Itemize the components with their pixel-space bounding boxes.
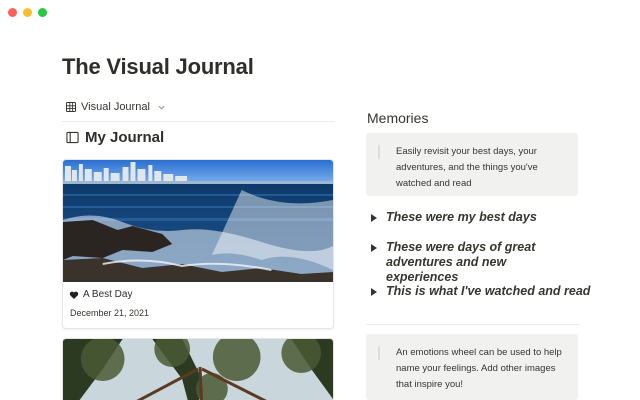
window-controls xyxy=(8,8,47,17)
toggle-label: This is what I've watched and read xyxy=(386,284,591,298)
divider xyxy=(366,324,580,325)
view-divider xyxy=(62,121,335,122)
view-switcher[interactable]: Visual Journal xyxy=(66,101,166,113)
card-title-text: A Best Day xyxy=(83,289,133,300)
card-date: December 21, 2021 xyxy=(70,308,150,318)
zoom-window-button[interactable] xyxy=(38,8,47,17)
callout-block: An emotions wheel can be used to help na… xyxy=(366,334,578,400)
black-heart-icon xyxy=(69,291,79,299)
toggle-adventures[interactable]: These were days of great adventures and … xyxy=(370,240,580,285)
card-title: A Best Day xyxy=(69,289,132,300)
journal-title: My Journal xyxy=(85,129,165,146)
callout-quote-bar xyxy=(378,145,380,159)
callout-text: An emotions wheel can be used to help na… xyxy=(396,347,562,390)
callout-block: Easily revisit your best days, your adve… xyxy=(366,133,578,196)
toggle-label: These were days of great adventures and … xyxy=(386,240,536,284)
journal-card[interactable]: A Best Day December 21, 2021 xyxy=(62,159,334,329)
card-cover-image xyxy=(63,339,333,400)
table-grid-icon xyxy=(66,102,76,112)
toggle-triangle-icon[interactable] xyxy=(370,288,378,296)
memories-heading: Memories xyxy=(367,110,429,126)
toggle-triangle-icon[interactable] xyxy=(370,214,378,222)
callout-text: Easily revisit your best days, your adve… xyxy=(396,146,538,189)
chevron-down-icon xyxy=(158,105,165,110)
callout-quote-bar xyxy=(378,346,380,360)
minimize-window-button[interactable] xyxy=(23,8,32,17)
toggle-label: These were my best days xyxy=(386,210,537,224)
toggle-best-days[interactable]: These were my best days xyxy=(370,210,537,225)
journal-heading: My Journal xyxy=(66,129,164,146)
toggle-triangle-icon[interactable] xyxy=(370,244,378,252)
toggle-watched-read[interactable]: This is what I've watched and read xyxy=(370,284,590,299)
card-cover-image xyxy=(63,160,333,282)
close-window-button[interactable] xyxy=(8,8,17,17)
journal-card[interactable] xyxy=(62,338,334,400)
view-switcher-label: Visual Journal xyxy=(81,101,150,113)
book-icon xyxy=(66,131,79,144)
page-title: The Visual Journal xyxy=(62,54,254,79)
